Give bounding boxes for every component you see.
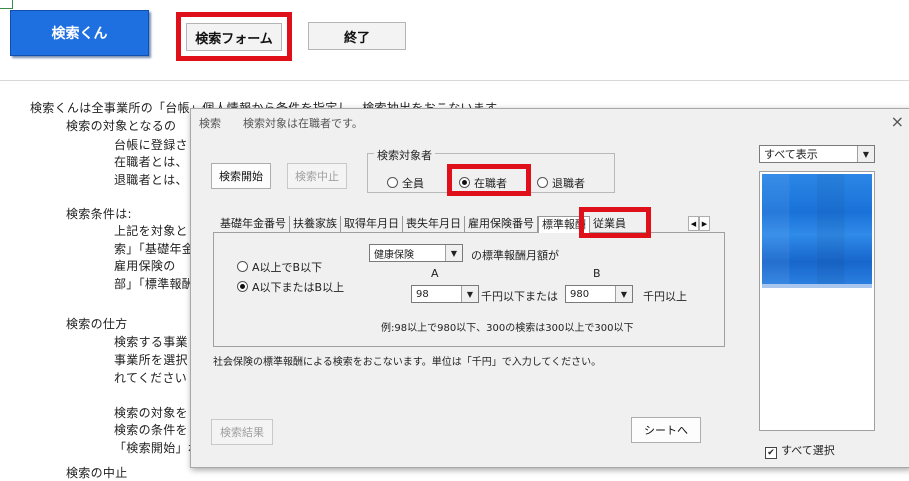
- tab-dependents[interactable]: 扶養家族: [290, 216, 341, 232]
- sheet-divider: [0, 80, 909, 81]
- example-text: 例:98以上で980以下、300の検索は300以上で300以下: [381, 323, 634, 334]
- doc-line: 雇用保険の: [114, 259, 176, 273]
- tab-employment-insurance[interactable]: 雇用保険番号: [465, 216, 538, 232]
- insurance-suffix: の標準報酬月額が: [471, 249, 559, 262]
- display-filter-select[interactable]: すべて表示 ▼: [759, 145, 875, 163]
- label-a: A: [431, 267, 439, 280]
- select-all-checkbox[interactable]: ✔ すべて選択: [765, 442, 835, 459]
- hint-text: 社会保険の標準報酬による検索をおこないます。単位は「千円」で入力してください。: [213, 357, 602, 368]
- radio-circle-selected: [459, 177, 470, 188]
- search-stop-button[interactable]: 検索中止: [287, 163, 347, 189]
- search-dialog: 検索 検索対象は在職者です。 × 検索開始 検索中止 検索対象者 全員 在職者 …: [190, 108, 909, 468]
- checkmark-icon: ✔: [765, 447, 777, 459]
- radio-circle: [387, 177, 398, 188]
- select-all-label: すべて選択: [781, 444, 835, 457]
- radio-circle: [537, 177, 548, 188]
- value-b: 980: [570, 288, 590, 300]
- radio-circle-selected: [237, 281, 248, 292]
- to-sheet-button[interactable]: シートへ: [631, 417, 701, 443]
- tab-pension-number[interactable]: 基礎年金番号: [217, 216, 290, 232]
- office-list-items[interactable]: [762, 174, 872, 284]
- doc-line: 在職者とは、: [114, 155, 188, 169]
- radio-employed-label: 在職者: [474, 177, 507, 190]
- search-start-button[interactable]: 検索開始: [211, 163, 271, 189]
- search-form-button[interactable]: 検索フォーム: [186, 23, 282, 51]
- display-filter-value: すべて表示: [764, 148, 818, 161]
- tab-scroll-left-icon[interactable]: ◀: [688, 216, 699, 231]
- office-listbox[interactable]: [759, 171, 875, 431]
- radio-retired[interactable]: 退職者: [537, 175, 585, 191]
- doc-line: 検索の条件を: [114, 423, 188, 437]
- tab-acquisition-date[interactable]: 取得年月日: [341, 216, 403, 232]
- doc-line: 事業所を選択: [114, 353, 188, 367]
- dialog-title: 検索 検索対象は在職者です。: [199, 117, 363, 130]
- doc-line: 上記を対象と: [114, 224, 188, 238]
- insurance-type-value: 健康保険: [374, 249, 414, 261]
- value-a-select[interactable]: 98 ▼: [411, 285, 479, 303]
- doc-line: 「検索開始」ボ: [114, 441, 201, 455]
- radio-all-label: 全員: [402, 177, 424, 190]
- text-mid: 千円以下または: [481, 290, 558, 303]
- exit-button[interactable]: 終了: [308, 22, 406, 50]
- doc-line: 台帳に登録さ: [114, 138, 188, 152]
- doc-line: 検索条件は:: [66, 207, 132, 221]
- chevron-down-icon: ▼: [615, 286, 632, 302]
- doc-line: 検索の対象を: [114, 406, 188, 420]
- doc-line: 索」「基礎年金: [114, 242, 195, 256]
- radio-range-between-label: A以上でB以下: [252, 261, 323, 274]
- tab-strip: 基礎年金番号 扶養家族 取得年月日 喪失年月日 雇用保険番号 標準報酬 従業員: [217, 216, 630, 233]
- radio-range-between[interactable]: A以上でB以下: [237, 259, 322, 275]
- doc-line: れてください: [114, 371, 188, 385]
- office-list-selection: [762, 284, 872, 288]
- doc-line: 検索する事業: [114, 335, 188, 349]
- form-button-highlight: 検索フォーム: [176, 12, 292, 61]
- radio-circle: [237, 261, 248, 272]
- doc-line: 部」「標準報酬: [114, 277, 195, 291]
- target-group-legend: 検索対象者: [374, 147, 435, 163]
- tab-scroll: ◀ ▶: [688, 216, 710, 231]
- label-b: B: [593, 267, 601, 280]
- tab-scroll-right-icon[interactable]: ▶: [699, 216, 710, 231]
- kensaku-kun-button[interactable]: 検索くん: [10, 10, 149, 56]
- cell-corner-mark: [0, 0, 13, 9]
- doc-line: 退職者とは、: [114, 173, 188, 187]
- insurance-type-select[interactable]: 健康保険 ▼: [369, 244, 463, 262]
- chevron-down-icon: ▼: [461, 286, 478, 302]
- radio-retired-label: 退職者: [552, 177, 585, 190]
- value-b-select[interactable]: 980 ▼: [565, 285, 633, 303]
- chevron-down-icon: ▼: [445, 245, 462, 261]
- close-icon[interactable]: ×: [891, 112, 904, 131]
- doc-line: 検索の対象となるの: [66, 119, 177, 133]
- radio-all[interactable]: 全員: [387, 175, 424, 191]
- active-tab-highlight: [579, 207, 651, 238]
- radio-employed[interactable]: 在職者: [459, 175, 507, 191]
- tab-loss-date[interactable]: 喪失年月日: [403, 216, 465, 232]
- doc-line: 検索の仕方: [66, 317, 128, 331]
- radio-range-outside-label: A以下またはB以上: [252, 281, 345, 294]
- search-results-button[interactable]: 検索結果: [211, 419, 273, 445]
- text-end: 千円以上: [643, 290, 687, 303]
- radio-range-outside[interactable]: A以下またはB以上: [237, 279, 344, 295]
- value-a: 98: [416, 288, 429, 300]
- chevron-down-icon: ▼: [857, 146, 874, 162]
